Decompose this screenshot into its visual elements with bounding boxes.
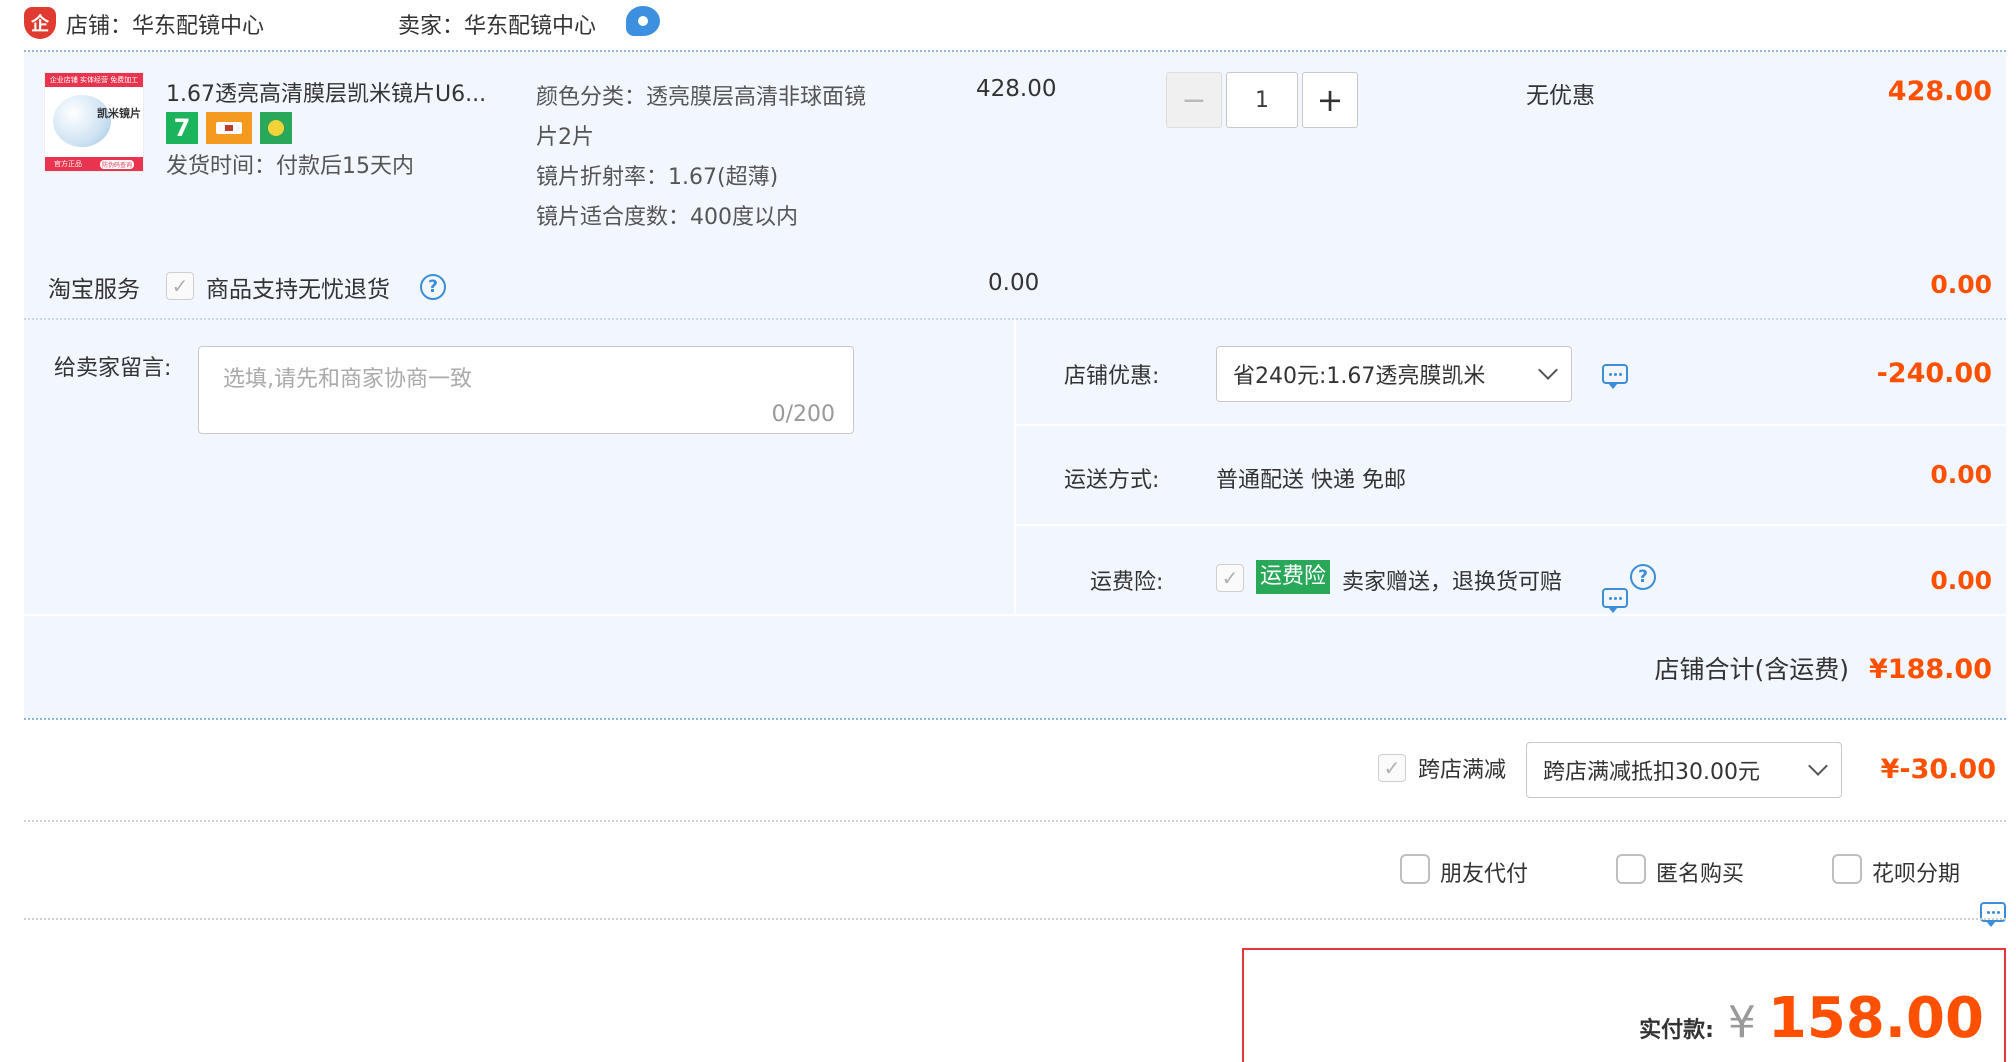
friend-pay-checkbox[interactable] [1400, 854, 1430, 884]
insurance-chat-icon[interactable] [1602, 588, 1628, 613]
shop-coupon-select[interactable]: 省240元:1.67透亮膜凯米 [1216, 346, 1572, 402]
panel-separator [1014, 320, 1016, 616]
thumbnail-genuine-label: 官方正品 [53, 160, 82, 168]
cross-store-divider [24, 820, 2006, 822]
shop-coupon-label: 店铺优惠: [1064, 364, 1160, 389]
message-placeholder: 选填,请先和商家协商一致 [223, 367, 472, 392]
payment-amount-row: 实付款: ¥ 158.00 [1639, 986, 1984, 1051]
message-label: 给卖家留言: [54, 356, 172, 381]
coupon-chat-icon[interactable] [1602, 364, 1628, 389]
chevron-down-icon [1538, 360, 1558, 380]
help-icon[interactable]: ? [420, 274, 446, 300]
huabei-checkbox[interactable] [1832, 854, 1862, 884]
freight-insurance-desc: 卖家赠送，退换货可赔 [1342, 570, 1563, 595]
thumbnail-lens-image [53, 95, 111, 147]
insurance-icon[interactable] [260, 112, 292, 144]
message-textarea[interactable]: 选填,请先和商家协商一致 0/200 [198, 346, 854, 434]
spec-color-line2: 片2片 [536, 125, 594, 150]
payment-amount: 158.00 [1767, 986, 1984, 1051]
quantity-input[interactable]: 1 [1226, 72, 1298, 128]
shipping-row-divider [1016, 524, 2006, 526]
thumbnail-top-banner: 企业店铺 实体经营 免费加工 [45, 73, 143, 87]
cross-store-checkbox[interactable]: ✓ [1378, 754, 1406, 782]
anonymous-checkbox[interactable] [1616, 854, 1646, 884]
product-thumbnail[interactable]: 企业店铺 实体经营 免费加工 凯米镜片 官方正品 防伪码查询 [44, 72, 144, 172]
panel-bottom-divider [24, 718, 2006, 720]
spec-degree-range: 镜片适合度数：400度以内 [536, 205, 798, 230]
chevron-down-icon [1808, 756, 1828, 776]
message-counter: 0/200 [771, 402, 835, 427]
unit-price: 428.00 [976, 76, 1057, 102]
cross-store-amount: ¥-30.00 [1880, 754, 1996, 785]
insurance-help-icon[interactable]: ? [1630, 564, 1656, 590]
coupon-row-divider [1016, 424, 2006, 426]
service-subtotal: 0.00 [1930, 270, 1992, 299]
huabei-label: 花呗分期 [1872, 862, 1961, 887]
insurance-row-divider [24, 614, 2006, 616]
freight-insurance-tag: 运费险 [1256, 560, 1331, 594]
shipping-amount: 0.00 [1930, 460, 1992, 489]
freight-insurance-label: 运费险: [1090, 570, 1164, 595]
freight-insurance-amount: 0.00 [1930, 566, 1992, 595]
shop-coupon-selected: 省240元:1.67透亮膜凯米 [1233, 364, 1486, 389]
spec-refractive-index: 镜片折射率：1.67(超薄) [536, 165, 779, 190]
seller-name-link[interactable]: 卖家：华东配镜中心 [398, 8, 596, 40]
shop-coupon-amount: -240.00 [1876, 358, 1992, 389]
ship-time: 发货时间：付款后15天内 [166, 154, 414, 179]
cross-store-label: 跨店满减 [1418, 758, 1507, 783]
shop-total: 店铺合计(含运费) ¥188.00 [1655, 650, 1993, 686]
item-discount: 无优惠 [1526, 83, 1595, 109]
anonymous-label: 匿名购买 [1656, 862, 1745, 887]
enterprise-shop-icon: 企 [24, 7, 56, 39]
payment-box: 实付款: ¥ 158.00 [1242, 948, 2006, 1062]
spec-color: 颜色分类：透亮膜层高清非球面镜 片2片 镜片折射率：1.67(超薄) 镜片适合度… [536, 78, 866, 238]
options-divider [24, 918, 2006, 920]
taobao-service-label: 淘宝服务 [48, 277, 140, 303]
payment-currency: ¥ [1727, 997, 1756, 1048]
freight-insurance-checkbox[interactable]: ✓ [1216, 564, 1244, 592]
service-price: 0.00 [988, 270, 1040, 296]
payment-label: 实付款: [1639, 1018, 1714, 1043]
shop-header: 企 店铺：华东配镜中心 卖家：华东配镜中心 [0, 0, 2016, 48]
item-subtotal: 428.00 [1887, 76, 1992, 107]
seven-day-return-icon[interactable]: 7 [166, 112, 198, 144]
quantity-minus-button[interactable]: − [1166, 72, 1222, 128]
shop-total-amount: ¥188.00 [1869, 654, 1992, 685]
cross-store-selected: 跨店满减抵扣30.00元 [1543, 760, 1760, 785]
shop-total-label: 店铺合计(含运费) [1654, 655, 1850, 684]
quantity-plus-button[interactable]: + [1302, 72, 1358, 128]
credit-card-icon[interactable] [206, 112, 252, 144]
return-service-checkbox[interactable]: ✓ [166, 272, 194, 300]
shop-name-link[interactable]: 店铺：华东配镜中心 [66, 8, 264, 40]
return-service-item: 商品支持无忧退货 [206, 277, 390, 303]
cross-store-select[interactable]: 跨店满减抵扣30.00元 [1526, 742, 1842, 798]
spec-color-line1: 颜色分类：透亮膜层高清非球面镜 [536, 85, 867, 110]
product-title-link[interactable]: 1.67透亮高清膜层凯米镜片U6... [166, 76, 486, 108]
thumbnail-brand: 凯米镜片 [97, 107, 141, 120]
friend-pay-label: 朋友代付 [1440, 862, 1529, 887]
shipping-label: 运送方式: [1064, 468, 1160, 493]
wangwang-chat-icon[interactable] [626, 6, 660, 36]
shipping-method: 普通配送 快递 免邮 [1216, 468, 1406, 493]
thumbnail-verify-badge: 防伪码查询 [99, 159, 134, 169]
